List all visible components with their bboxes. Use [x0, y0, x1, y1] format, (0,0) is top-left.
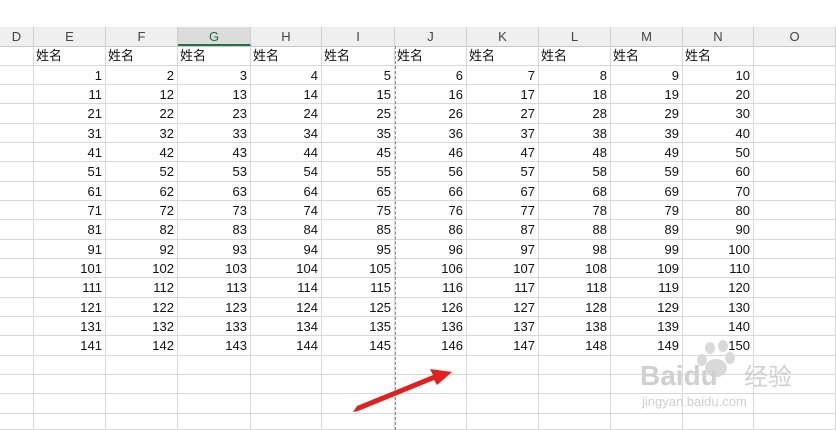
- watermark-brand: Baidu: [640, 360, 718, 391]
- baidu-watermark: Baidu 经验 jingyan.baidu.com: [640, 340, 792, 409]
- watermark-url: jingyan.baidu.com: [641, 394, 747, 409]
- watermark-suffix: 经验: [744, 363, 792, 391]
- arrow-shape: [353, 369, 452, 412]
